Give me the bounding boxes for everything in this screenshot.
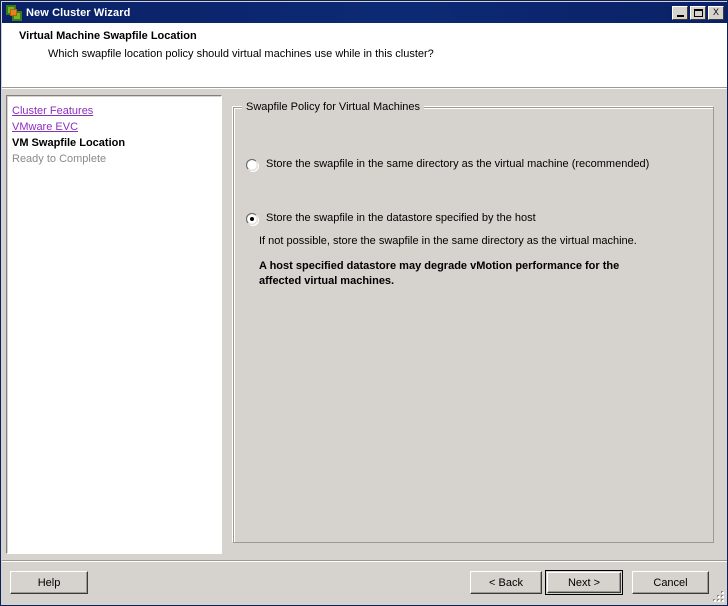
close-icon[interactable]: X (708, 5, 724, 20)
next-button-label: Next > (567, 576, 601, 589)
radio-option-same-directory-label: Store the swapfile in the same directory… (266, 158, 650, 170)
wizard-step-list: Cluster Features VMware EVC VM Swapfile … (6, 95, 222, 554)
radio-same-directory-icon[interactable] (246, 159, 258, 171)
host-datastore-warning-line2: affected virtual machines. (259, 275, 395, 287)
help-button-label: Help (37, 576, 61, 589)
window-controls: X (672, 5, 726, 20)
page-title: Virtual Machine Swapfile Location (19, 30, 197, 42)
sidebar-item-vmware-evc[interactable]: VMware EVC (12, 119, 221, 135)
wizard-body: Cluster Features VMware EVC VM Swapfile … (2, 89, 727, 559)
back-button-label: < Back (489, 576, 523, 589)
next-button[interactable]: Next > (545, 570, 623, 595)
group-box-content: Store the swapfile in the same directory… (233, 107, 714, 543)
wizard-header: Virtual Machine Swapfile Location Which … (2, 23, 727, 87)
maximize-icon[interactable] (690, 5, 706, 20)
swapfile-policy-group: Swapfile Policy for Virtual Machines Sto… (233, 101, 714, 543)
host-datastore-warning-line1: A host specified datastore may degrade v… (259, 260, 620, 272)
radio-option-host-datastore-label: Store the swapfile in the datastore spec… (266, 212, 536, 224)
wizard-footer: Help < Back Next > Cancel (2, 562, 727, 605)
host-datastore-description: If not possible, store the swapfile in t… (259, 235, 637, 247)
window-title: New Cluster Wizard (26, 6, 131, 19)
title-bar: New Cluster Wizard X (2, 2, 727, 23)
sidebar-item-ready-to-complete: Ready to Complete (12, 153, 107, 165)
cancel-button-label: Cancel (653, 576, 688, 589)
sidebar-item-vm-swapfile-location[interactable]: VM Swapfile Location (12, 135, 221, 151)
new-cluster-wizard-window: New Cluster Wizard X Virtual Machine Swa… (0, 0, 728, 606)
back-button[interactable]: < Back (470, 571, 542, 594)
vmware-cluster-icon (6, 4, 22, 21)
radio-host-datastore-icon[interactable] (246, 213, 258, 225)
minimize-icon[interactable] (672, 5, 688, 20)
help-button[interactable]: Help (10, 571, 88, 594)
cancel-button[interactable]: Cancel (632, 571, 709, 594)
sidebar-item-cluster-features[interactable]: Cluster Features (12, 103, 221, 119)
resize-grip[interactable] (713, 591, 726, 604)
page-subtitle: Which swapfile location policy should vi… (48, 48, 434, 60)
host-datastore-warning: A host specified datastore may degrade v… (259, 259, 669, 289)
